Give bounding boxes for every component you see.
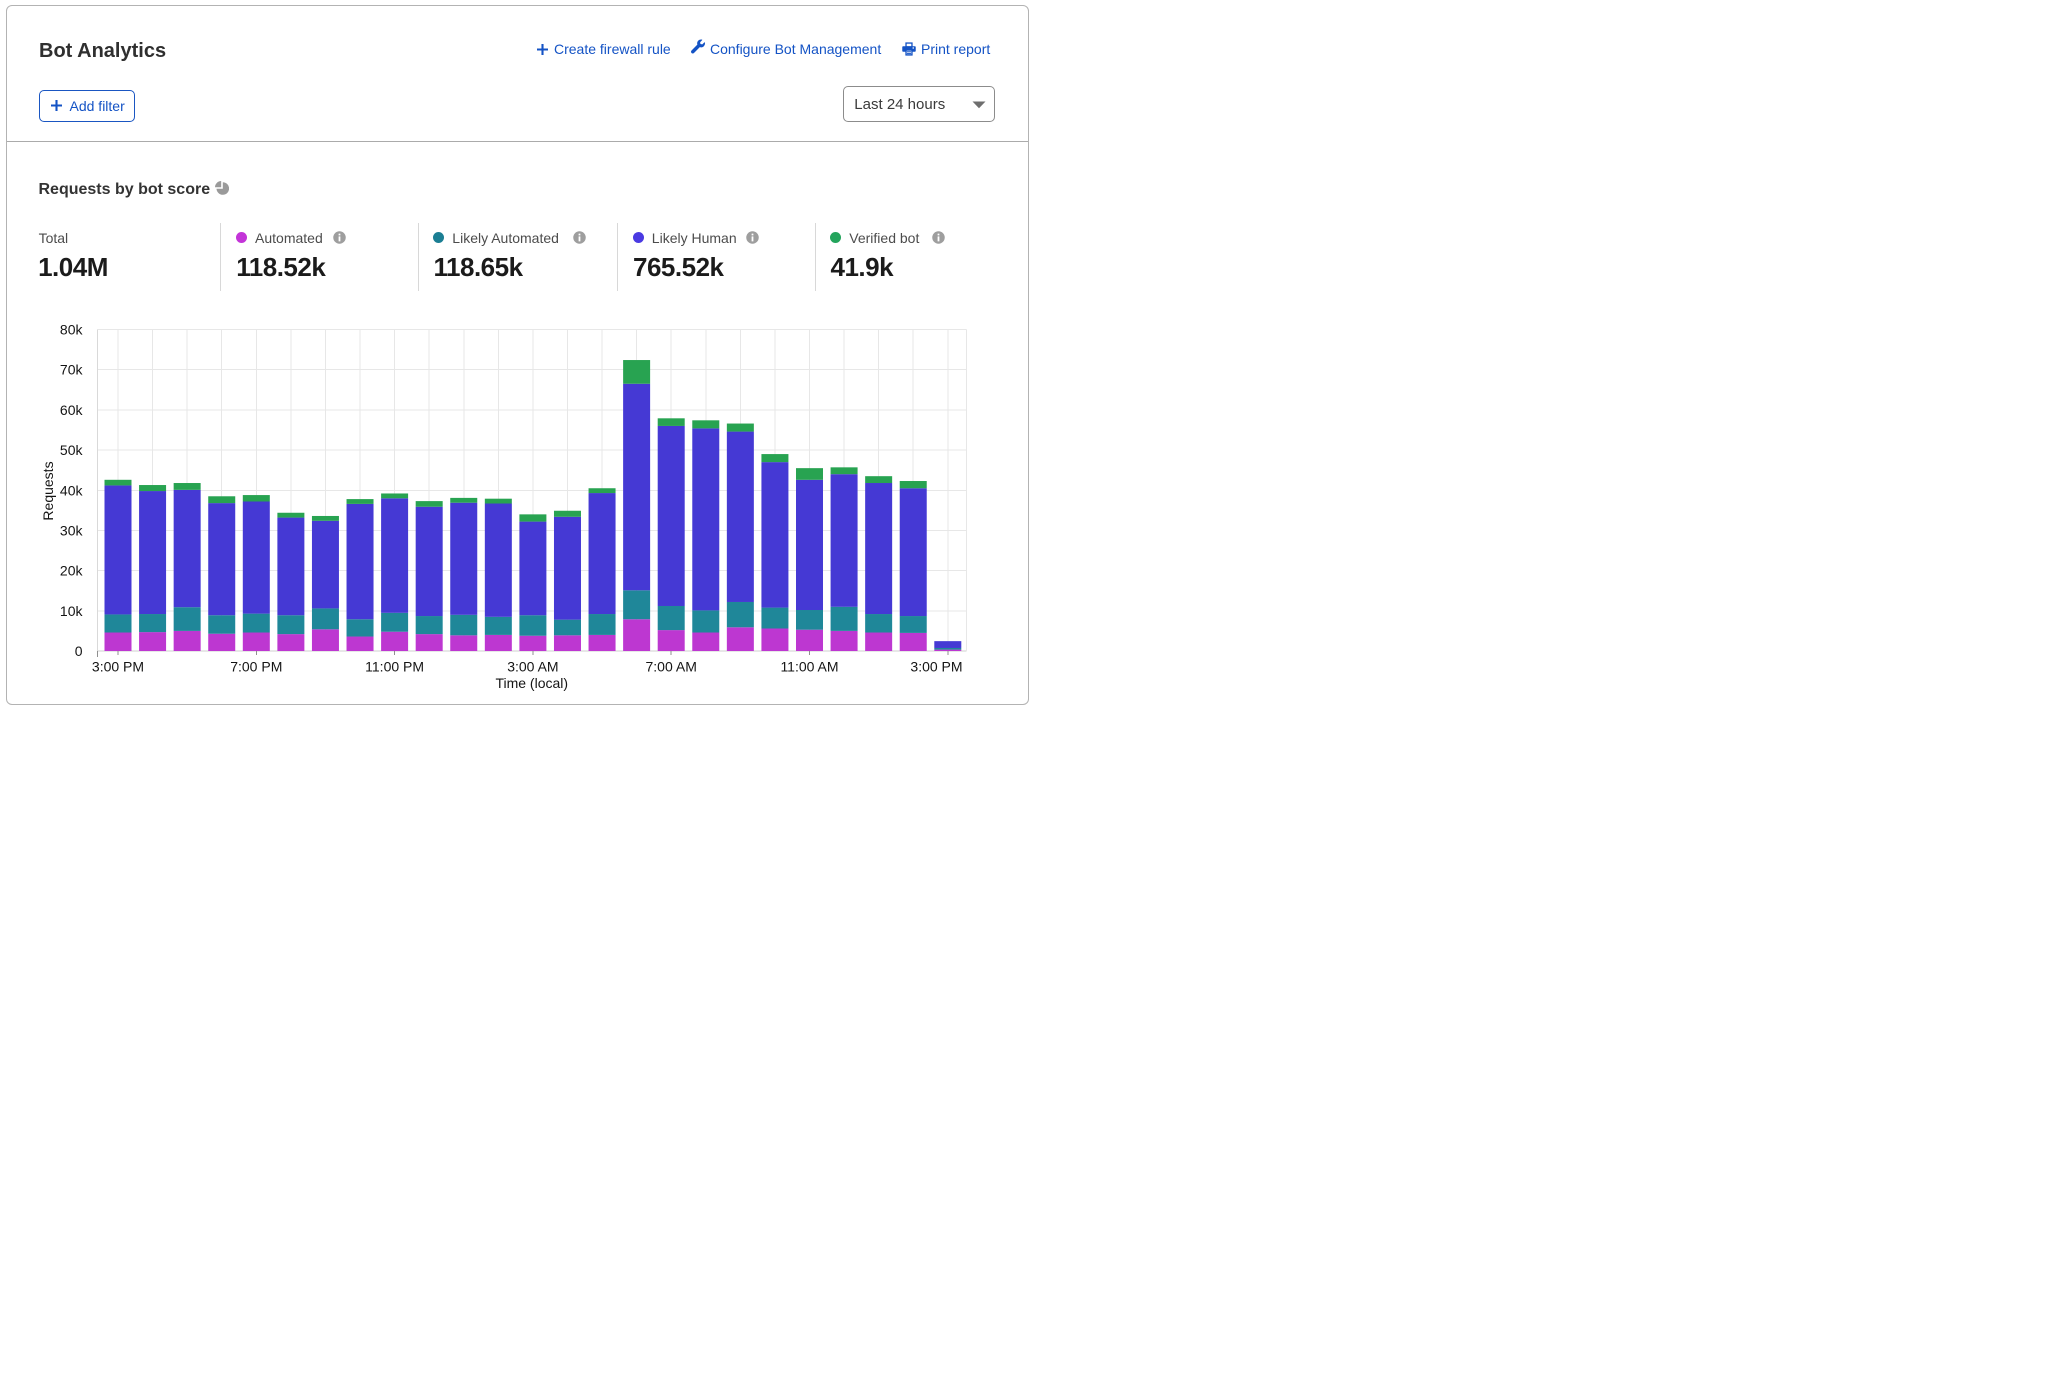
svg-text:50k: 50k xyxy=(60,442,84,458)
svg-text:7:00 PM: 7:00 PM xyxy=(230,658,282,674)
svg-text:3:00 PM: 3:00 PM xyxy=(910,658,962,674)
svg-text:11:00 AM: 11:00 AM xyxy=(780,658,838,674)
svg-text:10k: 10k xyxy=(60,603,84,619)
svg-text:7:00 AM: 7:00 AM xyxy=(646,658,697,674)
svg-text:Requests: Requests xyxy=(40,461,56,520)
svg-text:30k: 30k xyxy=(60,522,84,538)
svg-text:3:00 PM: 3:00 PM xyxy=(92,658,144,674)
svg-text:80k: 80k xyxy=(60,322,84,338)
svg-text:60k: 60k xyxy=(60,402,84,418)
svg-text:70k: 70k xyxy=(60,362,84,378)
svg-text:3:00 AM: 3:00 AM xyxy=(507,658,558,674)
svg-text:11:00 PM: 11:00 PM xyxy=(365,658,424,674)
svg-text:20k: 20k xyxy=(60,563,84,579)
svg-text:Time (local): Time (local) xyxy=(495,675,568,691)
svg-text:0: 0 xyxy=(75,643,83,659)
svg-text:40k: 40k xyxy=(60,482,84,498)
